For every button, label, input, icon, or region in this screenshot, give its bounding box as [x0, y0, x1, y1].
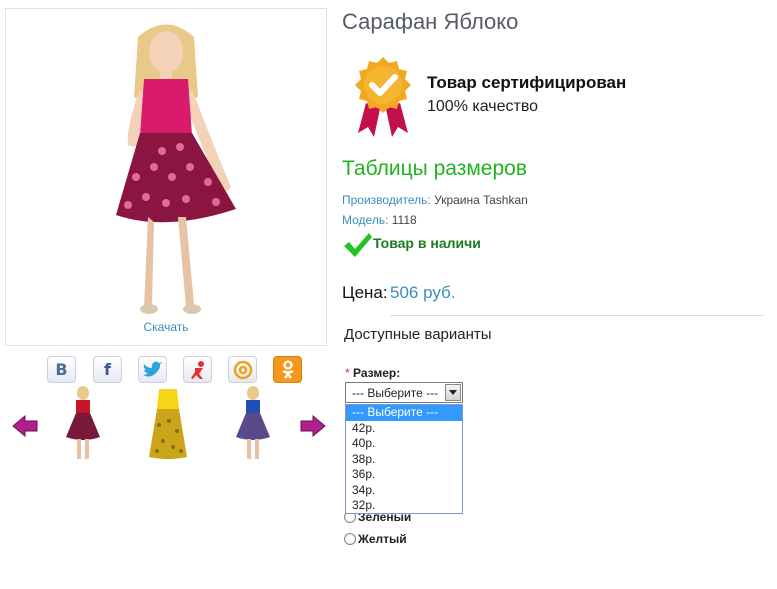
size-table-link[interactable]: Таблицы размеров: [342, 157, 527, 181]
model-value: 1118: [391, 213, 417, 227]
thumbnail-blue-dress[interactable]: [230, 385, 276, 463]
dropdown-option[interactable]: 32р.: [346, 498, 462, 514]
product-title: Сарафан Яблоко: [342, 9, 519, 34]
dropdown-option[interactable]: 38р.: [346, 452, 462, 468]
twitter-icon[interactable]: [138, 356, 167, 383]
dropdown-option[interactable]: 42р.: [346, 421, 462, 437]
product-main-image[interactable]: [66, 17, 266, 317]
facebook-icon[interactable]: f: [93, 356, 122, 383]
size-dropdown-list: --- Выберите --- 42р. 40р. 38р. 36р. 34р…: [345, 404, 463, 514]
color-option-label: Желтый: [358, 532, 407, 546]
mailru-icon[interactable]: [228, 356, 257, 383]
vk-icon[interactable]: В: [47, 356, 76, 383]
product-main-image-box: Скачать: [5, 8, 327, 346]
certificate-title: Товар сертифицирован: [427, 73, 627, 92]
arrow-left-icon[interactable]: [12, 415, 38, 437]
chevron-down-icon[interactable]: [445, 384, 461, 401]
certificate-subtitle: 100% качество: [427, 98, 539, 115]
certified-badge-icon: [355, 57, 411, 137]
thumbnail-red-dress[interactable]: [60, 385, 106, 463]
thumbnail-carousel: [10, 385, 330, 465]
size-select[interactable]: --- Выберите ---: [345, 382, 463, 403]
model-label: Модель:: [342, 213, 389, 227]
arrow-right-icon[interactable]: [300, 415, 326, 437]
odnoklassniki-icon[interactable]: [273, 356, 302, 383]
dropdown-option[interactable]: 34р.: [346, 483, 462, 499]
stock-status: Товар в наличи: [373, 235, 481, 251]
dropdown-option[interactable]: --- Выберите ---: [346, 405, 462, 421]
dropdown-option[interactable]: 36р.: [346, 467, 462, 483]
moikrug-icon[interactable]: [183, 356, 212, 383]
manufacturer-line: Производитель: Украина Tashkan: [342, 193, 528, 207]
manufacturer-label: Производитель:: [342, 193, 431, 207]
dropdown-option[interactable]: 40р.: [346, 436, 462, 452]
radio-yellow[interactable]: [344, 533, 356, 545]
size-label: * Размер:: [345, 366, 400, 380]
price-label: Цена:: [342, 283, 388, 302]
size-select-value: --- Выберите ---: [352, 386, 439, 400]
size-label-text: Размер:: [353, 366, 401, 380]
download-link[interactable]: Скачать: [6, 320, 326, 334]
divider: [390, 315, 763, 316]
manufacturer-value: Украина Tashkan: [434, 193, 528, 207]
checkmark-icon: [344, 233, 372, 257]
thumbnail-yellow-dress[interactable]: [145, 385, 191, 463]
color-option-yellow[interactable]: Желтый: [344, 532, 407, 546]
available-variants-title: Доступные варианты: [344, 326, 492, 343]
price-value: 506 руб.: [390, 283, 456, 302]
required-mark: *: [345, 366, 350, 380]
model-line: Модель: 1118: [342, 213, 417, 227]
